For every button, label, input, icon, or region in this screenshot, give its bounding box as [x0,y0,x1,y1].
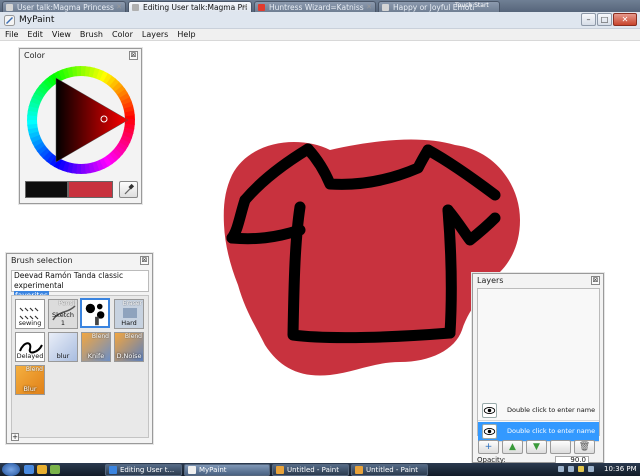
layers-panel-title: Layers [477,276,504,285]
layer-properties-button[interactable] [550,440,571,454]
brush-blend-knife[interactable]: Blend Knife [81,332,111,362]
folder-icon[interactable] [37,465,47,474]
tray-clock[interactable]: 10:36 PM [604,464,637,475]
brush-delayed[interactable]: Delayed [15,332,45,362]
layer-name: Double click to enter name [507,406,596,414]
taskbar-item-paint-2[interactable]: Untitled - Paint [351,464,428,476]
taskbar-item-mypaint[interactable]: MyPaint [184,464,270,476]
browser-icon [109,466,117,474]
delete-layer-button[interactable]: 🗑 [574,440,595,454]
brush-label: Knife [87,352,105,360]
color-wheel[interactable] [25,64,137,176]
brush-label: D.Noise [116,352,142,360]
color-panel-title: Color [24,51,45,60]
brush-label: Sketch 1 [52,311,74,327]
visibility-eye-icon[interactable] [482,403,497,418]
brush-label: Delayed [16,352,44,360]
taskbar-item-label: MyPaint [199,466,227,474]
tray-flag-icon[interactable] [578,466,584,472]
brush-blur-soft[interactable]: blur [48,332,78,362]
brush-label: sewing [18,319,42,327]
secondary-color-swatch[interactable] [68,181,113,198]
taskbar-item-label: Untitled - Paint [287,466,339,474]
start-button[interactable] [2,463,20,476]
layers-panel: Layers ⊠ Double click to enter name Doub… [472,273,604,464]
taskbar-item-browser[interactable]: Editing User t... [105,464,182,476]
tray-network-icon[interactable] [558,466,564,472]
brush-group-names[interactable]: Deevad Ramón Tanda classic experimental [14,271,148,291]
taskbar-item-label: Editing User t... [120,466,175,474]
layer-row[interactable]: Double click to enter name [478,401,599,421]
brush-panel-title: Brush selection [11,256,73,265]
taskbar: Editing User t... MyPaint Untitled - Pai… [0,463,640,476]
brush-label: Blur [23,385,37,393]
brush-ink-selected[interactable] [80,298,110,328]
ie-icon[interactable] [24,465,34,474]
brush-tag: Blend [124,333,142,340]
color-panel: Color ⊠ [19,48,142,204]
brush-tag: Eraser [122,300,142,307]
eyedropper-button[interactable] [119,181,138,198]
tray-power-icon[interactable] [588,466,594,472]
paint-icon [276,466,284,474]
primary-color-swatch[interactable] [25,181,68,198]
ink-brush-icon [85,303,105,326]
brush-blend-blur[interactable]: Blend Blur [15,365,45,395]
layer-row-selected[interactable]: Double click to enter name [478,422,599,442]
move-layer-down-button[interactable]: ▼ [526,440,547,454]
brush-group-list[interactable]: Deevad Ramón Tanda classic experimental … [11,270,149,300]
brush-tag: Pencil [58,300,76,307]
layer-name: Double click to enter name [507,427,596,435]
brush-blend-dnoise[interactable]: Blend D.Noise [114,332,144,362]
brush-sketch-1[interactable]: Pencil Sketch 1 [48,299,78,329]
close-icon[interactable]: ⊠ [129,51,138,60]
brush-tag: Blend [25,366,43,373]
brush-sewing[interactable]: sewing [15,299,45,329]
brush-grid: sewing Pencil Sketch 1 Eraser Hard Delay… [11,295,149,438]
visibility-eye-icon[interactable] [482,424,497,439]
tray-volume-icon[interactable] [568,466,574,472]
add-layer-button[interactable]: + [478,440,499,454]
brush-selection-panel: Brush selection ⊠ Deevad Ramón Tanda cla… [6,253,153,444]
brush-label: Hard [121,319,137,327]
paint-icon [355,466,363,474]
add-brush-button[interactable]: + [11,433,19,441]
eyedropper-icon [124,183,135,195]
media-player-icon[interactable] [50,465,60,474]
close-icon[interactable]: ⊠ [140,256,149,265]
brush-tag: Blend [91,333,109,340]
move-layer-up-button[interactable]: ▲ [502,440,523,454]
close-icon[interactable]: ⊠ [591,276,600,285]
brush-eraser-hard[interactable]: Eraser Hard [114,299,144,329]
taskbar-item-label: Untitled - Paint [366,466,418,474]
brush-label: blur [56,352,70,360]
mypaint-icon [188,466,196,474]
layers-list: Double click to enter name Double click … [477,288,600,442]
taskbar-item-paint-1[interactable]: Untitled - Paint [272,464,349,476]
